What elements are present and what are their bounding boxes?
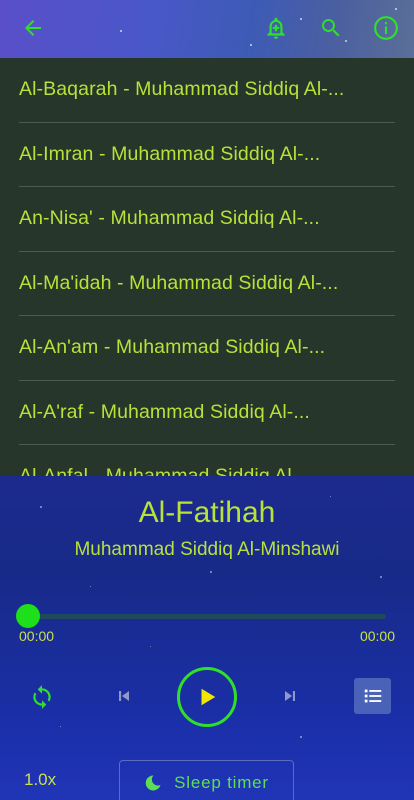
- seek-bar[interactable]: [28, 614, 386, 619]
- player-panel: Al-Fatihah Muhammad Siddiq Al-Minshawi 0…: [0, 476, 414, 800]
- list-item[interactable]: Al-Imran - Muhammad Siddiq Al-...: [19, 123, 395, 187]
- playback-speed[interactable]: 1.0x: [24, 770, 56, 790]
- sleep-timer-label: Sleep timer: [174, 773, 269, 792]
- track-label: Al-An'am - Muhammad Siddiq Al-...: [19, 336, 326, 359]
- playlist-button[interactable]: [354, 678, 391, 714]
- elapsed-time: 00:00: [19, 628, 55, 644]
- track-label: Al-A'raf - Muhammad Siddiq Al-...: [19, 400, 310, 423]
- list-item[interactable]: Al-Anfal - Muhammad Siddiq Al-...: [19, 445, 395, 476]
- list-item[interactable]: An-Nisa' - Muhammad Siddiq Al-...: [19, 187, 395, 252]
- moon-icon: [144, 774, 162, 792]
- seek-thumb[interactable]: [16, 604, 40, 628]
- skip-next-icon[interactable]: [278, 684, 302, 708]
- list-item[interactable]: Al-An'am - Muhammad Siddiq Al-...: [19, 316, 395, 381]
- playlist-icon: [362, 685, 384, 707]
- track-label: An-Nisa' - Muhammad Siddiq Al-...: [19, 207, 320, 230]
- track-label: Al-Anfal - Muhammad Siddiq Al-...: [19, 465, 315, 476]
- list-item[interactable]: Al-A'raf - Muhammad Siddiq Al-...: [19, 381, 395, 445]
- total-duration: 00:00: [359, 628, 395, 644]
- list-item[interactable]: Al-Ma'idah - Muhammad Siddiq Al-...: [19, 252, 395, 316]
- track-label: Al-Imran - Muhammad Siddiq Al-...: [19, 142, 321, 165]
- info-icon[interactable]: [371, 13, 401, 43]
- now-playing-artist: Muhammad Siddiq Al-Minshawi: [74, 539, 340, 560]
- skip-previous-icon[interactable]: [112, 684, 136, 708]
- repeat-icon[interactable]: [28, 683, 56, 711]
- track-list[interactable]: Al-Baqarah - Muhammad Siddiq Al-... Al-I…: [0, 58, 414, 476]
- alarm-add-icon[interactable]: [261, 13, 291, 43]
- back-arrow-icon[interactable]: [18, 13, 48, 43]
- search-icon[interactable]: [316, 13, 346, 43]
- app-toolbar: [0, 0, 414, 58]
- track-label: Al-Baqarah - Muhammad Siddiq Al-...: [19, 78, 345, 101]
- now-playing-title: Al-Fatihah: [138, 496, 276, 529]
- sleep-timer-button[interactable]: Sleep timer: [119, 760, 294, 800]
- play-button[interactable]: [177, 667, 237, 727]
- track-label: Al-Ma'idah - Muhammad Siddiq Al-...: [19, 271, 339, 294]
- list-item[interactable]: Al-Baqarah - Muhammad Siddiq Al-...: [19, 58, 395, 123]
- play-icon: [196, 686, 218, 708]
